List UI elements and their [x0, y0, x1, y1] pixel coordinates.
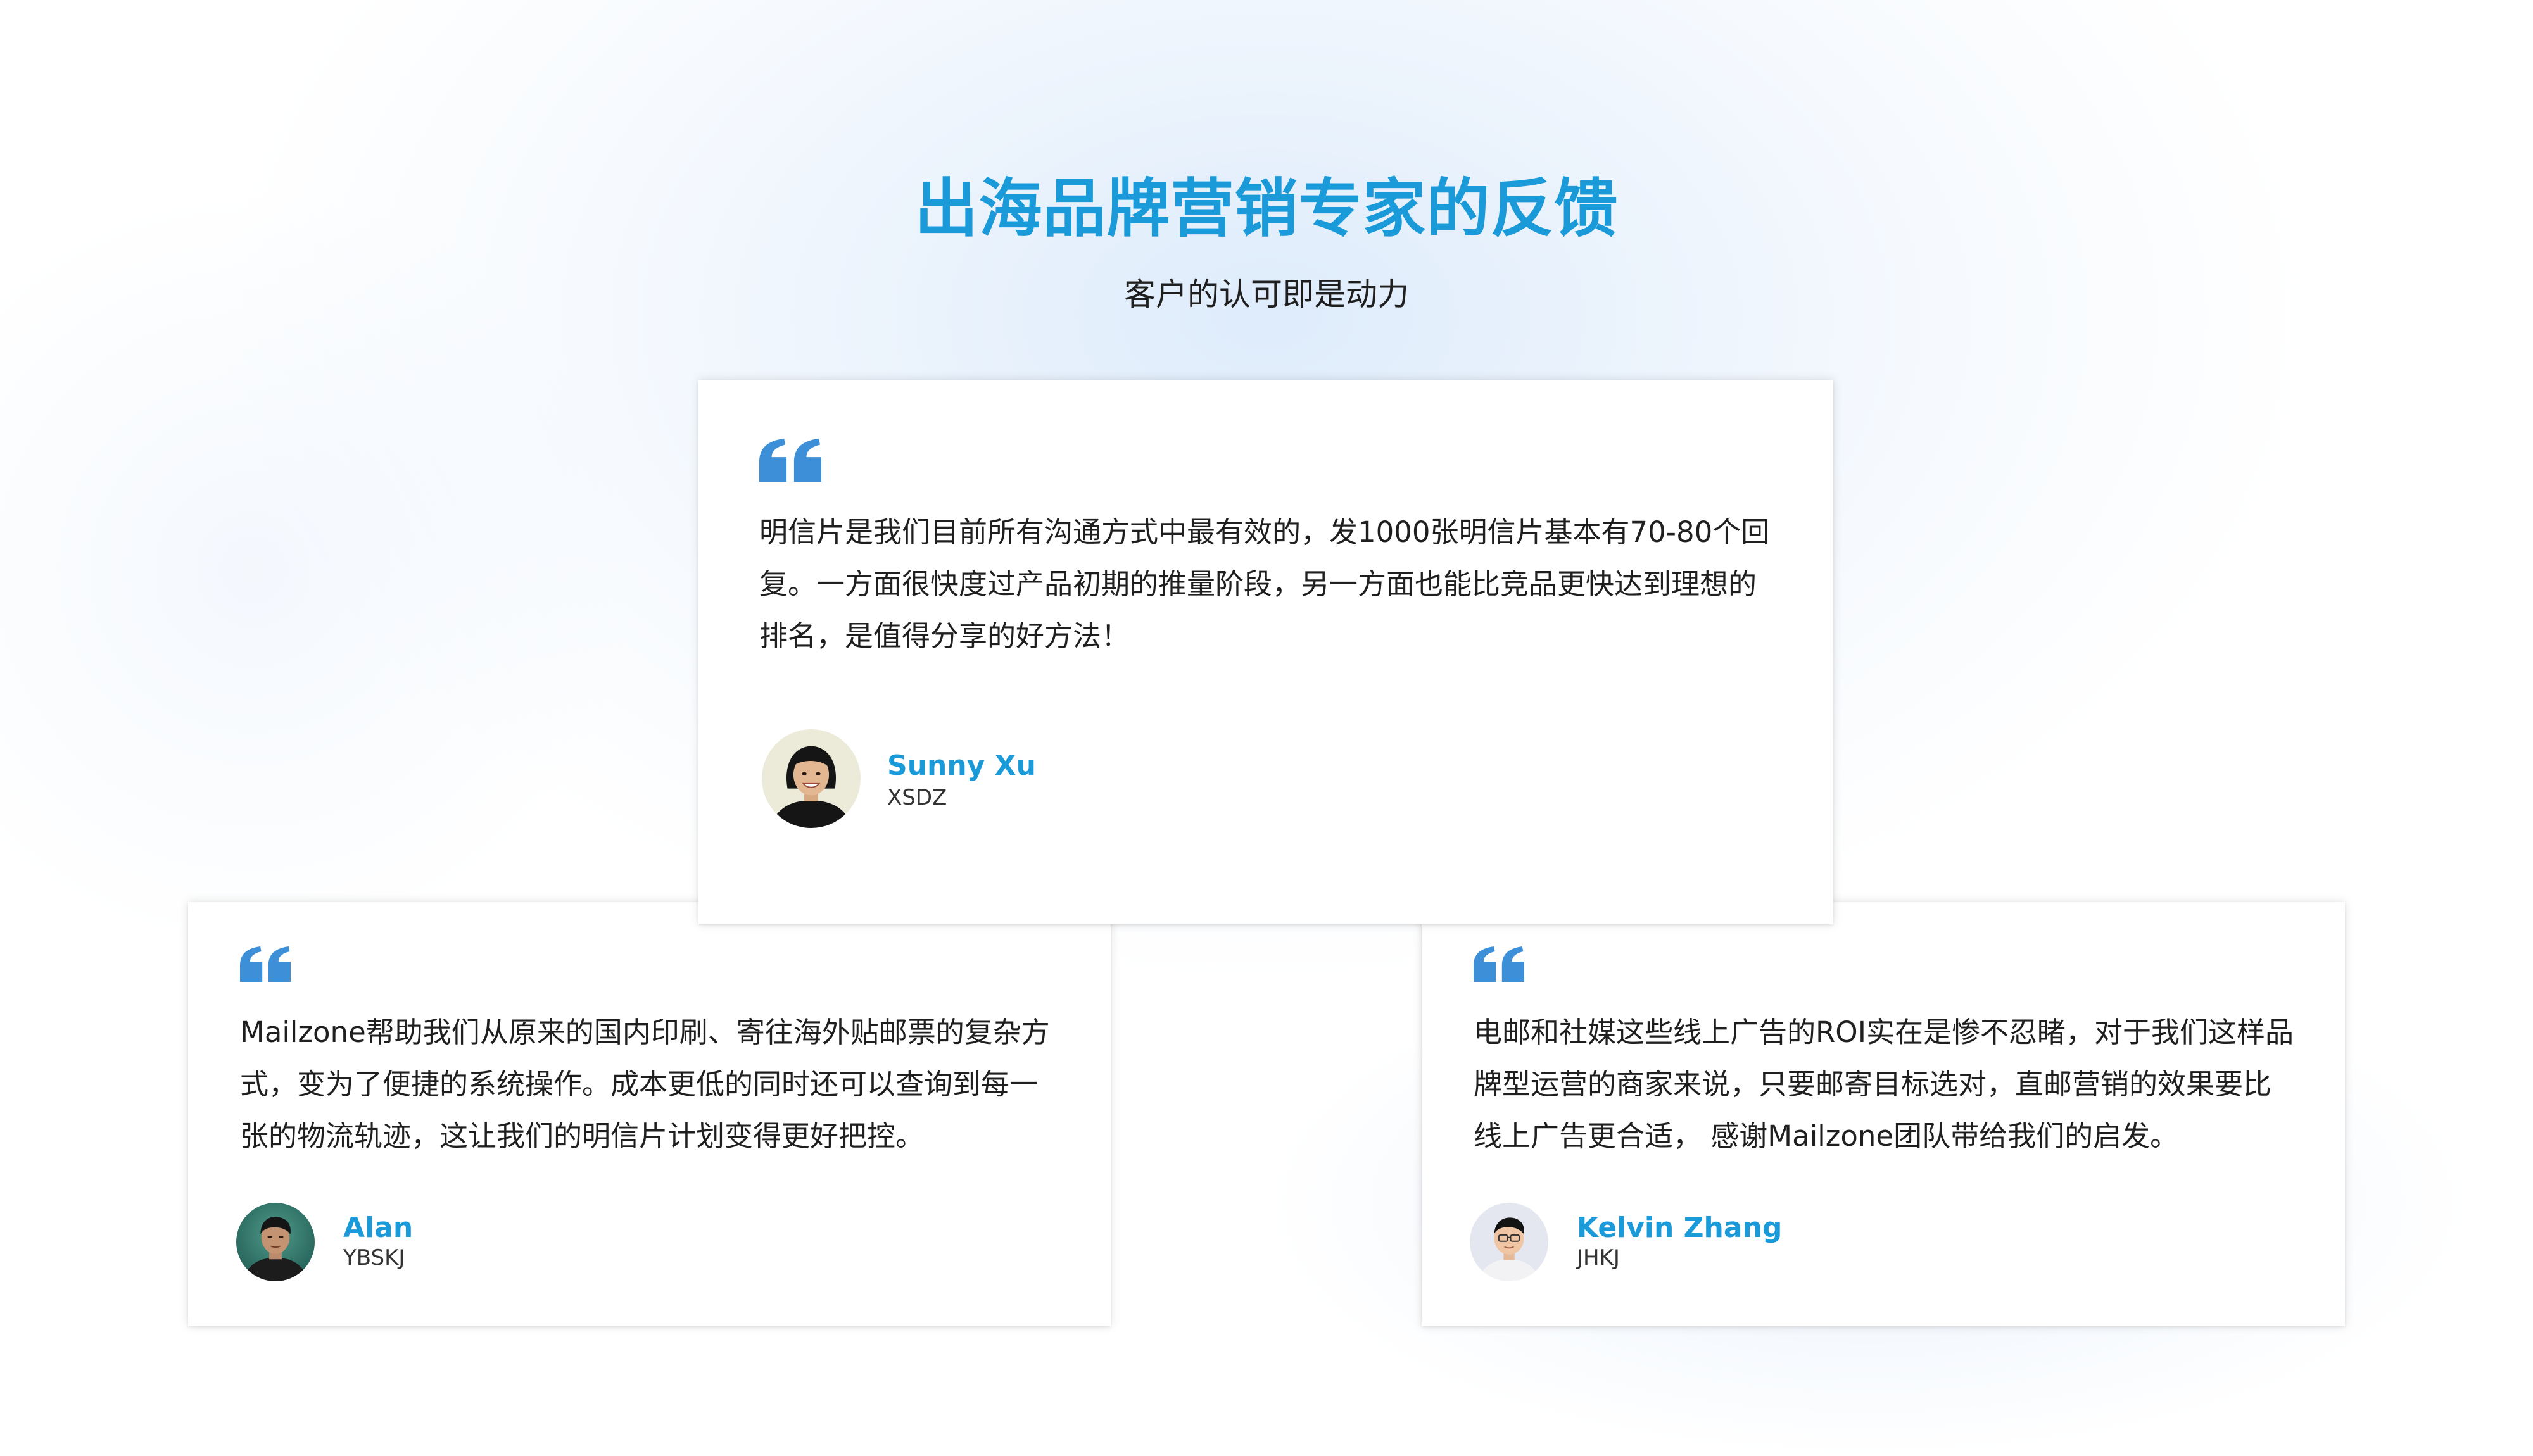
author-name: Sunny Xu [887, 750, 1036, 782]
quote-icon [240, 946, 291, 982]
quote-icon [1474, 946, 1524, 982]
page-title: 出海品牌营销专家的反馈 [914, 172, 1619, 246]
testimonial-card-alan: Mailzone帮助我们从原来的国内印刷、寄往海外贴邮票的复杂方式，变为了便捷的… [188, 902, 1111, 1326]
page-subtitle: 客户的认可即是动力 [1124, 276, 1409, 313]
testimonial-quote: Mailzone帮助我们从原来的国内印刷、寄往海外贴邮票的复杂方式，变为了便捷的… [240, 1015, 1050, 1153]
author-company: XSDZ [887, 785, 947, 810]
testimonial-quote: 明信片是我们目前所有沟通方式中最有效的，发1000张明信片基本有70-80个回复… [759, 515, 1770, 653]
quote-icon [759, 438, 821, 482]
author-name: Alan [343, 1212, 414, 1244]
author-company: JHKJ [1577, 1245, 1620, 1271]
avatar [236, 1203, 315, 1281]
author-name: Kelvin Zhang [1577, 1212, 1783, 1244]
testimonial-card-sunny-xu: 明信片是我们目前所有沟通方式中最有效的，发1000张明信片基本有70-80个回复… [698, 380, 1833, 924]
testimonial-quote: 电邮和社媒这些线上广告的ROI实在是惨不忍睹，对于我们这样品牌型运营的商家来说，… [1474, 1015, 2294, 1153]
avatar [1470, 1203, 1548, 1281]
avatar [762, 729, 861, 828]
author-company: YBSKJ [343, 1245, 405, 1271]
testimonial-card-kelvin-zhang: 电邮和社媒这些线上广告的ROI实在是惨不忍睹，对于我们这样品牌型运营的商家来说，… [1422, 902, 2345, 1326]
